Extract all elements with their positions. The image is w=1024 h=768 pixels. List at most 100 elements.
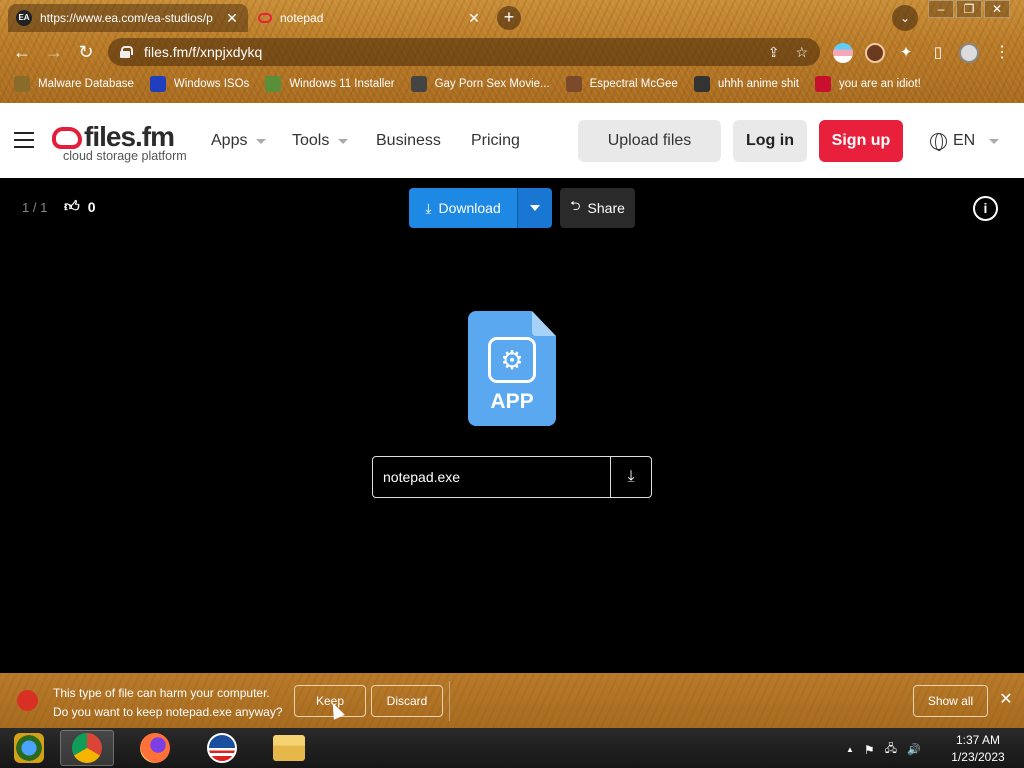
taskbar-chrome[interactable]: [60, 730, 114, 766]
volume-icon[interactable]: 🔊: [907, 743, 921, 756]
bookmark-item[interactable]: Gay Porn Sex Movie...: [410, 76, 550, 92]
bookmark-item[interactable]: Windows 11 Installer: [265, 76, 395, 92]
tab-strip: EA https://www.ea.com/ea-studios/p ✕ not…: [0, 0, 1024, 34]
share-page-icon[interactable]: ⇪: [768, 44, 780, 61]
share-icon: ⮌: [570, 198, 581, 213]
tab-title: https://www.ea.com/ea-studios/p: [40, 11, 213, 25]
browser-menu-icon[interactable]: ⋮: [992, 43, 1012, 63]
forward-button[interactable]: →: [42, 40, 66, 64]
taskbar-obama-app[interactable]: [195, 730, 249, 766]
chrome-icon: [72, 733, 102, 763]
reload-button[interactable]: ↻: [74, 40, 98, 64]
divider: [449, 681, 450, 721]
show-hidden-icons-chevron[interactable]: ▲: [846, 745, 854, 754]
like-button[interactable]: 👍︎ 0: [64, 198, 95, 216]
danger-warning-icon: [17, 690, 38, 711]
app-file-icon: ⚙ APP: [468, 311, 556, 426]
language-code: EN: [953, 132, 976, 149]
bookmark-item[interactable]: Espectral McGee: [565, 76, 678, 92]
taskbar-firefox[interactable]: [128, 730, 182, 766]
close-download-bar-icon[interactable]: ✕: [998, 690, 1014, 710]
warning-line-1: This type of file can harm your computer…: [53, 686, 270, 700]
log-in-button[interactable]: Log in: [733, 120, 807, 162]
filesfm-logo[interactable]: files.fm cloud storage platform: [52, 121, 187, 163]
new-tab-button[interactable]: +: [497, 6, 521, 30]
thumbs-up-icon: 👍︎: [64, 198, 80, 215]
profile-avatar-icon[interactable]: [959, 43, 979, 63]
nav-tools[interactable]: Tools: [292, 132, 349, 150]
anime-icon: [693, 76, 710, 92]
caret-down-icon: [989, 138, 1000, 144]
firefox-icon: [140, 733, 170, 763]
windows-iso-icon: [149, 76, 166, 92]
nav-business[interactable]: Business: [376, 132, 441, 150]
caret-down-icon: [338, 138, 349, 144]
file-name: notepad.exe: [383, 469, 461, 485]
file-download-icon[interactable]: ⤓: [610, 457, 651, 497]
system-tray: ▲ ⚑ 🖧 🔊: [846, 740, 931, 759]
download-button[interactable]: ⤓ Download: [409, 188, 517, 228]
action-center-flag-icon[interactable]: ⚑: [864, 743, 875, 757]
bookmark-item[interactable]: Windows ISOs: [149, 76, 250, 92]
bookmark-label: you are an idiot!: [839, 78, 921, 90]
side-panel-icon[interactable]: ▯: [928, 43, 948, 63]
bookmark-item[interactable]: you are an idiot!: [815, 76, 921, 92]
download-options-dropdown[interactable]: [517, 188, 552, 228]
url-text[interactable]: files.fm/f/xnpjxdykq: [144, 44, 752, 60]
browser-chrome: EA https://www.ea.com/ea-studios/p ✕ not…: [0, 0, 1024, 103]
brand-tagline: cloud storage platform: [63, 149, 187, 163]
caret-down-icon: [256, 138, 267, 144]
bookmark-item[interactable]: uhhh anime shit: [693, 76, 799, 92]
taskbar-media-center[interactable]: [2, 730, 56, 766]
nav-apps[interactable]: Apps: [211, 132, 267, 150]
file-viewer: 1 / 1 👍︎ 0 ⤓ Download ⮌ Share i ⚙ APP no…: [0, 178, 1024, 673]
back-button[interactable]: ←: [10, 40, 34, 64]
warning-line-2: Do you want to keep notepad.exe anyway?: [53, 705, 283, 719]
bookmark-item[interactable]: Malware Database: [14, 76, 134, 92]
tab-ea-studios[interactable]: EA https://www.ea.com/ea-studios/p ✕: [8, 4, 248, 32]
avatar-extension-icon[interactable]: [865, 43, 885, 63]
share-button[interactable]: ⮌ Share: [560, 188, 635, 228]
download-arrow-icon: ⤓: [425, 199, 432, 216]
obama-logo-icon: [207, 733, 237, 763]
cloud-logo-icon: [52, 127, 82, 149]
discard-button[interactable]: Discard: [371, 685, 443, 717]
system-clock[interactable]: 1:37 AM 1/23/2023: [940, 732, 1016, 766]
malware-db-icon: [14, 76, 30, 92]
bookmark-star-icon[interactable]: ☆: [795, 44, 808, 61]
show-all-button[interactable]: Show all: [913, 685, 988, 717]
tab-search-button[interactable]: ⌄: [892, 5, 918, 31]
bookmark-label: Malware Database: [38, 78, 134, 90]
bookmark-label: Gay Porn Sex Movie...: [434, 78, 550, 90]
filesfm-favicon-icon: [258, 13, 272, 23]
bookmarks-bar: Malware Database Windows ISOs Windows 11 I…: [0, 72, 1024, 96]
installer-icon: [265, 76, 282, 92]
nav-pricing[interactable]: Pricing: [471, 132, 520, 150]
bookmark-label: Espectral McGee: [589, 78, 678, 90]
clock-time: 1:37 AM: [955, 733, 1001, 747]
download-label: Download: [438, 200, 501, 216]
tab-close-icon[interactable]: ✕: [466, 10, 482, 27]
lock-icon[interactable]: [120, 46, 133, 58]
tab-close-icon[interactable]: ✕: [224, 10, 240, 27]
taskbar-file-explorer[interactable]: [262, 730, 316, 766]
tab-title: notepad: [280, 11, 324, 25]
chevron-down-icon: [530, 205, 540, 211]
info-icon[interactable]: i: [973, 196, 998, 221]
language-selector[interactable]: EN: [930, 132, 1000, 151]
sign-up-button[interactable]: Sign up: [819, 120, 903, 162]
minimize-button[interactable]: –: [928, 0, 954, 18]
extensions-puzzle-icon[interactable]: ✦: [896, 43, 916, 63]
windows-taskbar: ▲ ⚑ 🖧 🔊 1:37 AM 1/23/2023: [0, 728, 1024, 768]
network-icon[interactable]: 🖧: [885, 740, 897, 759]
restore-button[interactable]: ❐: [956, 0, 982, 18]
media-center-icon: [14, 733, 44, 763]
upload-files-button[interactable]: Upload files: [578, 120, 721, 162]
browser-toolbar: ← → ↻ files.fm/f/xnpjxdykq ⇪ ☆ ✦ ▯ ⋮: [0, 36, 1024, 68]
address-bar[interactable]: files.fm/f/xnpjxdykq ⇪ ☆: [108, 38, 820, 66]
tab-notepad[interactable]: notepad ✕: [250, 4, 490, 32]
trans-flag-extension-icon[interactable]: [833, 43, 853, 63]
bookmark-label: Windows ISOs: [173, 78, 250, 90]
hamburger-menu-icon[interactable]: [14, 132, 34, 150]
close-window-button[interactable]: ✕: [984, 0, 1010, 18]
